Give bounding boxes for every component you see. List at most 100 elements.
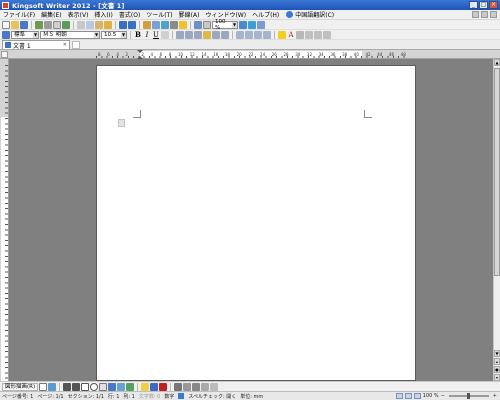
menu-help[interactable]: ヘルプ(H) [249,10,282,19]
distribute-icon[interactable] [212,30,220,39]
save-icon[interactable] [20,20,28,29]
status-zoom[interactable]: 100 % [423,393,439,399]
help-icon[interactable] [239,20,247,29]
underline-style-icon[interactable] [161,30,169,39]
decrease-indent-icon[interactable] [254,30,262,39]
font-select[interactable]: ＭＳ 明朝 ▼ [40,30,100,39]
char-border-icon[interactable] [323,30,331,39]
drawing-icon[interactable] [179,20,187,29]
new-document-icon[interactable] [2,20,10,29]
redo-icon[interactable] [128,20,136,29]
scroll-up-button[interactable]: ▲ [494,59,500,66]
menu-format[interactable]: 書式(O) [116,10,143,19]
shadow-icon[interactable] [201,382,210,391]
document-map-icon[interactable] [194,20,202,29]
menu-file[interactable]: ファイル(F) [0,10,38,19]
spellcheck-icon[interactable] [62,20,70,29]
doc-close-icon[interactable] [490,11,497,18]
fill-color-icon[interactable] [141,382,150,391]
scroll-thumb[interactable] [494,68,500,276]
document-tab[interactable]: 文書 1 ✕ [2,40,70,50]
italic-button[interactable]: I [143,31,151,39]
tab-selector[interactable] [1,51,8,58]
hyperlink-icon[interactable] [143,20,151,29]
paste-icon[interactable] [95,20,103,29]
horizontal-ruler[interactable]: 8 6 4 2 2 4 6 8 10 12 14 16 18 20 22 24 26 28 30 32 34 36 38 40… [0,50,500,59]
line-spacing-icon[interactable] [221,30,229,39]
numbering-icon[interactable] [236,30,244,39]
spellcheck-status-icon[interactable] [178,393,185,399]
bold-button[interactable]: B [134,30,142,39]
align-right-icon[interactable] [194,30,202,39]
arrow-icon[interactable] [72,382,81,391]
menu-edit[interactable]: 編集(E) [38,10,64,19]
increase-indent-icon[interactable] [263,30,271,39]
textbox-icon[interactable] [99,382,108,391]
autoshapes-icon[interactable] [48,382,57,391]
menu-insert[interactable]: 挿入(I) [91,10,115,19]
online-icon[interactable] [248,20,256,29]
grow-font-icon[interactable] [305,30,313,39]
next-page-button[interactable]: ▾ [494,374,500,381]
line-color-icon[interactable] [150,382,159,391]
maximize-button[interactable]: □ [479,1,488,9]
3d-icon[interactable] [210,382,219,391]
zoom-out-icon[interactable]: − [441,393,445,399]
menu-tools[interactable]: ツール(T) [143,10,175,19]
zoom-select[interactable]: 100 % ▼ [212,19,238,31]
doc-minimize-icon[interactable] [472,11,479,18]
zoom-slider[interactable] [448,393,489,399]
draw-menu-button[interactable]: 図形描画(R) [2,382,39,391]
line-icon[interactable] [63,382,72,391]
align-left-icon[interactable] [176,30,184,39]
bullets-icon[interactable] [245,30,253,39]
indent-marker[interactable] [137,50,144,59]
oval-icon[interactable] [90,382,99,391]
style-select[interactable]: 標準 ▼ [11,30,39,39]
status-spellcheck[interactable]: スペルチェック: 開く [188,393,236,400]
minimize-button[interactable]: _ [469,1,478,9]
copy-icon[interactable] [86,20,94,29]
export-pdf-icon[interactable] [35,20,43,29]
font-color-icon[interactable] [159,382,168,391]
open-folder-icon[interactable] [11,20,19,29]
web-layout-view-icon[interactable] [404,393,412,399]
table-icon[interactable] [152,20,160,29]
show-marks-icon[interactable] [203,20,211,29]
print-preview-icon[interactable] [53,20,61,29]
char-shading-icon[interactable] [296,30,304,39]
translate-menu[interactable]: 中国語翻訳(C) [286,10,334,19]
menu-view[interactable]: 表示(V) [65,10,92,19]
print-layout-view-icon[interactable] [395,393,403,399]
font-color-button[interactable]: A [287,31,295,39]
previous-page-button[interactable]: ▴ [494,358,500,365]
doc-restore-icon[interactable] [481,11,488,18]
outline-view-icon[interactable] [413,393,421,399]
menu-table[interactable]: 罫線(A) [176,10,203,19]
wordart-icon[interactable] [108,382,117,391]
scroll-down-button[interactable]: ▼ [494,350,500,357]
select-objects-icon[interactable] [39,382,48,391]
vertical-ruler[interactable] [0,59,9,381]
highlight-icon[interactable] [278,30,286,39]
arrow-style-icon[interactable] [192,382,201,391]
picture-icon[interactable] [126,382,135,391]
insert-picture-icon[interactable] [161,20,169,29]
app-icon[interactable] [2,1,9,9]
align-center-icon[interactable] [185,30,193,39]
undo-icon[interactable] [119,20,127,29]
dash-style-icon[interactable] [183,382,192,391]
underline-button[interactable]: U [152,31,160,39]
document-page[interactable] [96,65,416,381]
print-icon[interactable] [44,20,52,29]
shrink-font-icon[interactable] [314,30,322,39]
close-tab-icon[interactable]: ✕ [63,42,67,48]
clipart-icon[interactable] [117,382,126,391]
rectangle-icon[interactable] [81,382,90,391]
styles-pane-icon[interactable] [2,30,10,39]
format-painter-icon[interactable] [104,20,112,29]
zoom-slider-knob[interactable] [466,393,470,399]
columns-icon[interactable] [170,20,178,29]
line-style-icon[interactable] [174,382,183,391]
zoom-in-icon[interactable]: + [493,393,497,399]
